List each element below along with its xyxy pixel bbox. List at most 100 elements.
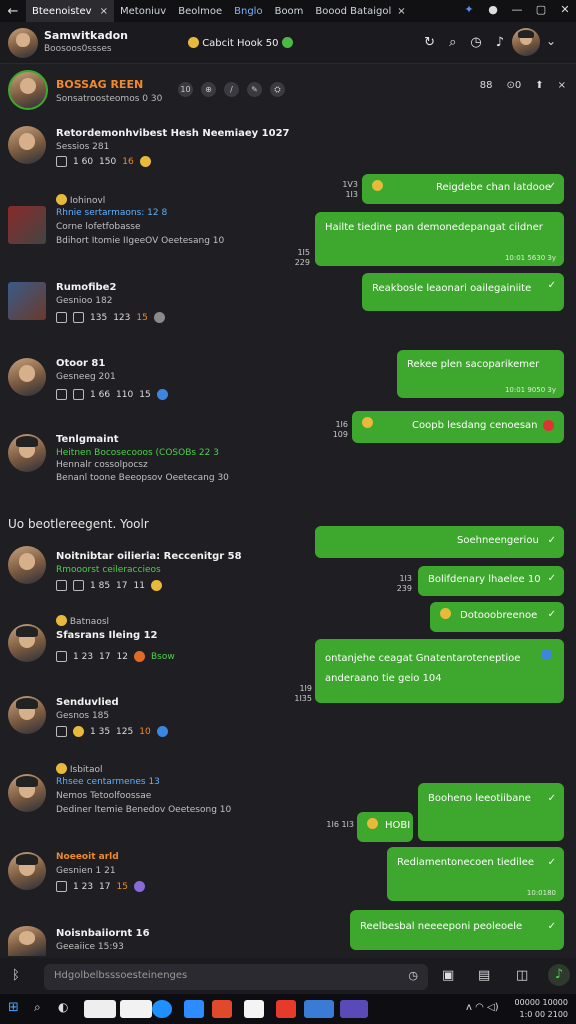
sender-name[interactable]: Senduvlied [56, 697, 119, 708]
sticker-icon[interactable]: ◫ [516, 968, 528, 983]
sender-name[interactable]: Noeeoit arld [56, 852, 119, 862]
share-icon[interactable]: ⬆ [535, 80, 543, 91]
members-icon[interactable]: 88 [480, 80, 493, 91]
reaction-icon[interactable] [156, 726, 168, 737]
reply-icon[interactable] [56, 312, 67, 323]
app-icon[interactable] [304, 1000, 334, 1018]
tab-1[interactable]: Metoniuv [114, 0, 172, 22]
forward-icon[interactable] [73, 389, 84, 400]
tab-4[interactable]: Boom [269, 0, 310, 22]
search-icon[interactable]: ⌕ [449, 35, 456, 50]
maximize-icon[interactable]: ▢ [534, 3, 548, 16]
outgoing-bubble[interactable]: Reelbesbal neeeeponi peoleoele ✓ [350, 910, 564, 950]
reply-icon[interactable] [56, 156, 67, 167]
sender-name[interactable]: Rhnie sertarmaons: 12 8 [56, 208, 167, 218]
outgoing-bubble[interactable]: Coopb lesdang cenoesan [352, 411, 564, 443]
sender-name[interactable]: Rhsee centarmenes 13 [56, 777, 160, 787]
chat-icon[interactable]: ◐ [58, 1000, 78, 1018]
close-tab-icon[interactable]: × [100, 6, 108, 17]
outgoing-bubble[interactable]: Soehneengeriou ✓ [315, 526, 564, 558]
app-icon[interactable]: ✦ [462, 3, 476, 16]
sender-name[interactable]: Tenlgmaint [56, 434, 118, 445]
reply-icon[interactable] [56, 726, 67, 737]
reaction-icon[interactable] [133, 881, 145, 892]
reaction-icon[interactable] [156, 389, 168, 400]
tray-icons[interactable]: ʌ ◠ ◁) [466, 1002, 499, 1013]
thumbnail-image[interactable] [8, 206, 46, 244]
mic-icon[interactable]: ♪ [496, 35, 504, 50]
sender-name[interactable]: Noitnibtar oilieria: Reccenitgr 58 [56, 551, 242, 562]
add-icon[interactable]: ⊕ [201, 82, 216, 97]
forward-icon[interactable] [73, 580, 84, 591]
sender-name[interactable]: Noisnbaiiornt 16 [56, 928, 150, 939]
sender-name[interactable]: Sfasrans Ileing 12 [56, 630, 158, 641]
reply-icon[interactable] [56, 389, 67, 400]
clock-icon[interactable]: ◷ [470, 35, 481, 50]
sender-name[interactable]: Retordemonhvibest Hesh Neemiaey 1027 [56, 128, 289, 139]
chevron-down-icon[interactable]: ⌄ [546, 34, 556, 48]
avatar[interactable] [8, 696, 46, 734]
reply-icon[interactable] [56, 580, 67, 591]
app-icon[interactable] [84, 1000, 116, 1018]
search-icon[interactable]: ⌕ [34, 1000, 54, 1018]
app-icon[interactable] [120, 1000, 152, 1018]
settings-icon[interactable]: ⛭ [270, 82, 285, 97]
avatar[interactable] [8, 358, 46, 396]
view-icon[interactable]: ⊙0 [506, 80, 521, 91]
back-icon[interactable]: ← [0, 4, 26, 19]
tab-2[interactable]: Beolmoe [172, 0, 228, 22]
avatar[interactable] [8, 434, 46, 472]
close-tab-icon[interactable]: × [397, 6, 405, 17]
avatar[interactable] [8, 126, 46, 164]
avatar[interactable] [8, 28, 38, 58]
image-icon[interactable]: ▣ [442, 968, 454, 983]
clock-icon[interactable]: ◷ [408, 969, 418, 982]
minimize-icon[interactable]: — [510, 3, 524, 16]
app-icon[interactable] [244, 1000, 264, 1018]
reply-icon[interactable] [56, 881, 67, 892]
refresh-icon[interactable]: ↻ [424, 35, 435, 50]
avatar[interactable] [8, 926, 46, 956]
outgoing-bubble[interactable]: Rediamentonecoen tiedilee ✓ 10:0180 [387, 847, 564, 901]
outgoing-bubble[interactable]: Booheno leeotiibane ✓ [418, 783, 564, 841]
outgoing-bubble[interactable]: Reigdebe chan latdooe ✓ [362, 174, 564, 204]
outgoing-bubble[interactable]: Hailte tiedine pan demonedepangat ciidne… [315, 212, 564, 266]
close-window-icon[interactable]: ✕ [558, 3, 572, 16]
avatar[interactable] [8, 852, 46, 890]
tab-5[interactable]: Boood Bataigol × [309, 0, 411, 22]
avatar[interactable] [8, 546, 46, 584]
outgoing-bubble[interactable]: HOBI [357, 812, 413, 842]
avatar[interactable] [8, 624, 46, 662]
tab-3[interactable]: Bnglo [228, 0, 268, 22]
count-icon[interactable]: 10 [178, 82, 193, 97]
outgoing-bubble[interactable]: Reakbosle leaonari oailegainiite ✓ [362, 273, 564, 311]
mic-icon[interactable]: ♪ [548, 964, 570, 986]
tab-active[interactable]: Bteenoistev × [26, 0, 114, 22]
reaction-icon[interactable] [133, 651, 145, 662]
bluetooth-icon[interactable]: ᛒ [12, 968, 20, 983]
edit-icon[interactable]: ✎ [247, 82, 262, 97]
forward-icon[interactable] [73, 312, 84, 323]
reaction-icon[interactable] [150, 580, 162, 591]
user-avatar[interactable] [512, 28, 540, 56]
emoji-icon[interactable] [73, 726, 84, 737]
thumbnail-image[interactable] [8, 282, 46, 320]
app-icon[interactable] [340, 1000, 368, 1018]
pen-icon[interactable]: / [224, 82, 239, 97]
outgoing-bubble[interactable]: Bolifdenary lhaelee 10 ✓ [418, 566, 564, 596]
system-clock[interactable]: 00000 10000 1:0 00 2100 [515, 997, 568, 1021]
mail-icon[interactable] [212, 1000, 232, 1018]
avatar[interactable] [8, 774, 46, 812]
sender-name[interactable]: Otoor 81 [56, 358, 105, 369]
reaction-icon[interactable] [153, 312, 165, 323]
message-input[interactable]: Hdgolbelbsssoesteinenges ◷ [44, 964, 428, 990]
outgoing-bubble[interactable]: ontanjehe ceagat Gnatentaroteneptioe and… [315, 639, 564, 703]
close-icon[interactable]: × [558, 80, 566, 91]
gif-icon[interactable]: ▤ [478, 968, 490, 983]
chat-avatar[interactable] [8, 70, 48, 110]
sender-name[interactable]: Rumofibe2 [56, 282, 116, 293]
reaction-icon[interactable] [139, 156, 151, 167]
profile-icon[interactable]: ● [486, 3, 500, 16]
reply-icon[interactable] [56, 651, 67, 662]
browser-icon[interactable] [152, 1000, 172, 1018]
